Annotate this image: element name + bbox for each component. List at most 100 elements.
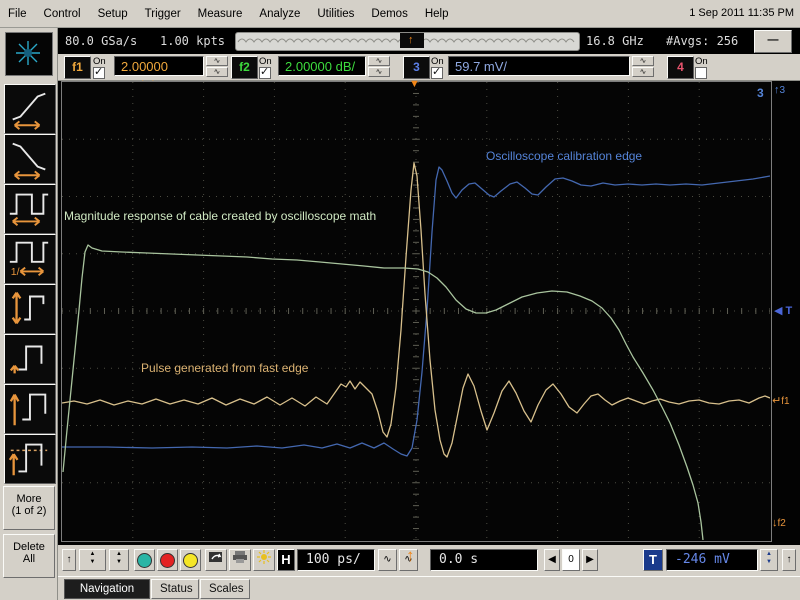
delay-zero-button[interactable]: 0 [562,549,580,571]
tall-up-arrow-icon [11,395,19,426]
f2-on-group: On [259,55,279,79]
sine-icon: ∿ [376,67,383,76]
waveform-canvas[interactable] [62,82,770,540]
ch3-scale-display[interactable]: 59.7 mV/ [448,56,630,76]
horizontal-arrow-icon [15,121,40,129]
tab-status[interactable]: Status [151,579,199,599]
tab-scales[interactable]: Scales [200,579,250,599]
marker-c-button[interactable] [180,549,201,571]
fine-spinner[interactable]: ▲ ▼ [109,549,129,571]
trace-f2-magnitude-response [63,245,703,540]
trigger-position-marker-bottom[interactable]: ↑ [406,543,415,569]
tab-navigation[interactable]: Navigation [64,579,150,599]
export-button[interactable] [205,549,227,571]
menu-item-trigger[interactable]: Trigger [145,8,181,20]
vertical-spinner[interactable]: ▲ ▼ [79,549,106,571]
menu-item-analyze[interactable]: Analyze [259,8,300,20]
scroll-up-button-right[interactable]: ↑ [782,549,796,571]
menu-item-control[interactable]: Control [44,8,81,20]
meas-rise-time-button[interactable] [4,84,56,134]
menu-item-file[interactable]: File [8,8,27,20]
menu-item-demos[interactable]: Demos [371,8,407,20]
f2-channel-button[interactable]: f2 [231,56,258,79]
print-button[interactable] [229,549,251,571]
trigger-level-marker[interactable]: ◀ T [774,304,792,317]
meas-average-button[interactable] [4,434,56,484]
clock-datetime: 1 Sep 2011 11:35 PM [689,7,794,19]
f1-scale-display[interactable]: 2.00000 GV/s/ [114,56,204,76]
meas-top-button[interactable] [4,384,56,434]
f1-level-marker[interactable]: ↵f1 [772,394,790,407]
f1-channel-button[interactable]: f1 [64,56,91,79]
meas-period-button[interactable] [4,184,56,234]
meas-amplitude-button[interactable] [4,284,56,334]
delete-all-label: All [4,553,54,565]
small-up-arrow-icon [11,366,19,374]
up-triangle-icon: ▲ [80,550,105,558]
trigger-badge[interactable]: T [643,549,663,571]
up-arrow-icon: ↑ [406,546,415,565]
bottom-tab-bar: Navigation Status Scales [58,576,800,600]
down-triangle-icon: ▼ [80,558,105,566]
delete-label: Delete [4,541,54,553]
memory-bar[interactable]: ↑ [235,32,580,51]
sine-icon: ∿ [214,67,221,76]
brightness-button[interactable] [253,549,275,571]
scroll-up-button[interactable]: ↑ [62,549,76,571]
minimize-controls-button[interactable]: — [754,30,792,53]
menu-item-help[interactable]: Help [425,8,449,20]
ch3-ground-marker[interactable]: ↑3 [774,84,785,96]
meas-fall-time-button[interactable] [4,134,56,184]
delay-left-button[interactable]: ◀ [544,549,560,571]
sine-icon: ∿ [383,554,391,565]
f2-on-checkbox[interactable] [259,67,271,79]
menu-item-utilities[interactable]: Utilities [317,8,354,20]
f1-scale-up-button[interactable]: ∿ [206,56,228,66]
teal-marker-icon [137,553,152,568]
marker-b-button[interactable] [157,549,178,571]
ch3-scale-up-button[interactable]: ∿ [632,56,654,66]
memory-bar-view-window[interactable]: ↑ [400,33,424,48]
ch3-scale-down-button[interactable]: ∿ [632,67,654,77]
f2-scale-down-button[interactable]: ∿ [368,67,390,77]
trigger-level-spinner[interactable]: ▲ ▼ [760,549,778,571]
meas-frequency-button[interactable]: 1/ [4,234,56,284]
more-label: More [4,493,54,505]
ch4-on-label: On [695,56,708,67]
delete-all-button[interactable]: Delete All [3,534,55,578]
ch4-channel-button[interactable]: 4 [667,56,694,79]
f1-on-checkbox[interactable] [93,67,105,79]
ch4-on-checkbox[interactable] [695,67,707,79]
up-triangle-icon: ▲ [761,550,777,558]
f1-scale-down-button[interactable]: ∿ [206,67,228,77]
trigger-level-display[interactable]: -246 mV [666,549,758,571]
delay-display[interactable]: 0.0 s [430,549,538,571]
sine-icon: ∿ [214,56,221,65]
sun-icon [256,550,272,564]
trigger-position-marker-top[interactable]: ▼ [409,78,420,90]
ch3-channel-button[interactable]: 3 [403,56,430,79]
f2-scale-display[interactable]: 2.00000 dB/ [278,56,366,76]
delay-right-button[interactable]: ▶ [582,549,598,571]
menu-item-setup[interactable]: Setup [98,8,128,20]
f2-level-marker[interactable]: ↓f2 [772,517,786,529]
more-measurements-button[interactable]: More (1 of 2) [3,486,55,530]
memory-depth-readout: 1.00 kpts [160,34,225,48]
horizontal-arrow-icon [15,171,40,179]
more-page-label: (1 of 2) [4,505,54,517]
timebase-display[interactable]: 100 ps/ [297,549,375,571]
marker-a-button[interactable] [134,549,155,571]
menu-item-measure[interactable]: Measure [198,8,243,20]
f2-scale-up-button[interactable]: ∿ [368,56,390,66]
acquisition-status-bar: 80.0 GSa/s 1.00 kpts ↑ 16.8 GHz #Avgs: 2… [58,28,800,54]
vertical-arrow-icon [13,293,21,324]
annotation-f2-magnitude: Magnitude response of cable created by o… [64,209,376,223]
horizontal-badge[interactable]: H [277,549,295,571]
up-arrow-icon: ↑ [67,554,72,565]
horizontal-arrow-icon [20,268,43,276]
agilent-logo [5,32,53,76]
export-icon [208,550,224,564]
ch3-on-checkbox[interactable] [431,67,443,79]
timebase-zoom-out-button[interactable]: ∿ [378,549,397,571]
meas-base-button[interactable] [4,334,56,384]
